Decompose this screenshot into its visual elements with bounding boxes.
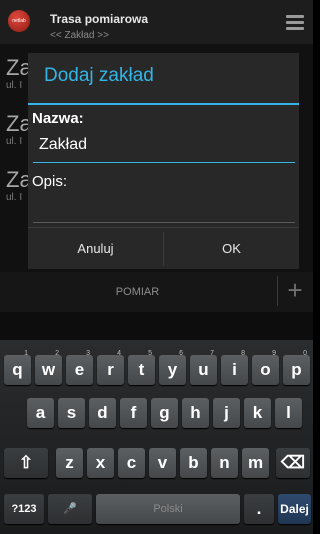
key-hint: 9 [272,350,276,357]
add-location-dialog: Dodaj zakład Nazwa: Opis: Anuluj OK [28,53,299,269]
key-f[interactable]: f [120,398,147,428]
key-j[interactable]: j [213,398,240,428]
key-m[interactable]: m [242,448,269,478]
key-x[interactable]: x [87,448,114,478]
keyboard-gap [0,312,313,340]
bottom-bar-divider [277,276,278,306]
shift-key[interactable]: ⇧ [4,448,48,478]
app-logo-icon[interactable]: netlab [8,10,30,32]
key-e[interactable]: e3 [66,350,93,385]
key-hint: 3 [86,350,90,357]
key-i[interactable]: i8 [221,350,248,385]
period-key[interactable]: . [244,494,274,524]
key-hint: 1 [24,350,28,357]
key-l[interactable]: l [275,398,302,428]
key-z[interactable]: z [56,448,83,478]
key-hint: 8 [241,350,245,357]
soft-keyboard: q1 w2 e3 r4 t5 y6 u7 i8 o9 p0 a s d f g … [0,340,313,534]
key-p[interactable]: p0 [283,350,310,385]
key-v[interactable]: v [149,448,176,478]
key-y[interactable]: y6 [159,350,186,385]
dialog-title: Dodaj zakład [44,65,154,86]
add-icon[interactable]: + [283,276,307,304]
action-bar: netlab Trasa pomiarowa << Zakład >> [0,0,313,44]
key-label: i [232,360,237,379]
backspace-key[interactable]: ⌫ [276,448,310,478]
tab-pomiar[interactable]: POMIAR [0,286,275,298]
description-field-wrapper [33,195,295,225]
app-title: Trasa pomiarowa [50,12,149,26]
key-q[interactable]: q1 [4,350,31,385]
key-label: e [74,360,85,379]
key-o[interactable]: o9 [252,350,279,385]
key-label: p [291,360,302,379]
key-hint: 6 [179,350,183,357]
key-label: t [138,360,145,379]
key-r[interactable]: r4 [97,350,124,385]
key-g[interactable]: g [151,398,178,428]
description-field[interactable] [33,195,295,213]
cancel-button[interactable]: Anuluj [28,228,163,270]
key-t[interactable]: t5 [128,350,155,385]
symbols-key[interactable]: ?123 [4,494,44,524]
key-hint: 5 [148,350,152,357]
dialog-title-divider [28,103,299,105]
name-label: Nazwa: [32,110,84,127]
key-b[interactable]: b [180,448,207,478]
app-subtitle: << Zakład >> [50,30,109,41]
bottom-bar: POMIAR + [0,272,313,312]
key-s[interactable]: s [58,398,85,428]
name-field-wrapper [33,136,295,164]
space-key[interactable]: Polski [96,494,240,524]
dialog-button-row: Anuluj OK [28,227,299,270]
key-label: w [41,360,56,379]
key-label: u [198,360,209,379]
description-field-underline [33,222,295,223]
name-field[interactable] [33,136,295,154]
key-c[interactable]: c [118,448,145,478]
key-hint: 7 [210,350,214,357]
key-u[interactable]: u7 [190,350,217,385]
key-h[interactable]: h [182,398,209,428]
key-label: o [260,360,271,379]
key-hint: 2 [55,350,59,357]
next-action-key[interactable]: Dalej [278,494,311,524]
key-d[interactable]: d [89,398,116,428]
key-a[interactable]: a [27,398,54,428]
key-label: q [12,360,23,379]
key-label: r [107,360,114,379]
key-k[interactable]: k [244,398,271,428]
overflow-menu-icon[interactable] [286,15,304,31]
key-n[interactable]: n [211,448,238,478]
key-w[interactable]: w2 [35,350,62,385]
description-label: Opis: [32,173,68,190]
app-logo-text: netlab [12,18,26,24]
key-hint: 4 [117,350,121,357]
name-field-underline [33,162,295,163]
microphone-icon[interactable]: 🎤 [48,494,92,524]
key-hint: 0 [303,350,307,357]
ok-button[interactable]: OK [164,228,299,270]
key-label: y [167,360,178,379]
